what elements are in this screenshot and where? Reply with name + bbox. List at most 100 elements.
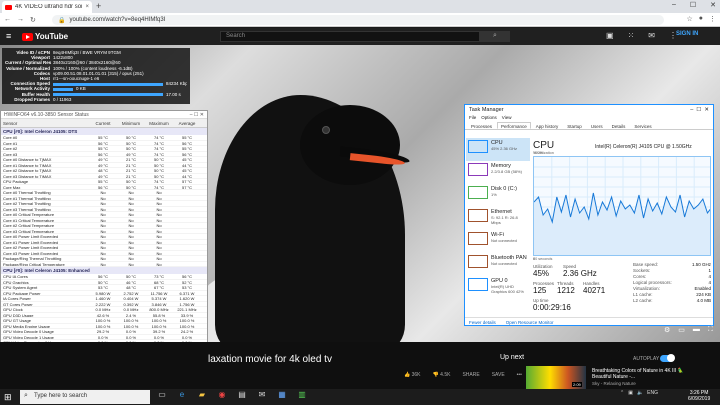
hwinfo-cell: Core #1 Power Limit Exceeded: [3, 239, 59, 244]
maximize-button[interactable]: ☐: [690, 1, 696, 9]
new-tab-button[interactable]: +: [96, 1, 101, 11]
tray-chevron-icon[interactable]: ⌃: [620, 390, 624, 396]
hwinfo-section-header[interactable]: CPU [#0]: Intel Celeron J4105: DTS: [1, 128, 207, 135]
tm-window-controls[interactable]: – ☐ ✕: [690, 107, 709, 113]
tm-menu-item[interactable]: Options: [481, 115, 497, 122]
tm-tab[interactable]: Performance: [497, 122, 531, 129]
dislike-button[interactable]: 👎 4.5K: [433, 372, 451, 378]
tab-close-icon[interactable]: ×: [85, 4, 89, 10]
taskbar-clock[interactable]: 3:26 PM 6/09/2019: [688, 390, 710, 402]
theater-icon[interactable]: ▬: [693, 326, 700, 334]
menu-dots-icon[interactable]: ⋮: [709, 15, 716, 23]
tm-resource-item[interactable]: Memory 2.2/3.8 GB (58%): [466, 161, 530, 184]
reload-icon[interactable]: ↻: [30, 16, 36, 24]
col-maximum[interactable]: Maximum: [145, 121, 173, 126]
fullscreen-icon[interactable]: ⛶: [708, 326, 713, 334]
language-indicator[interactable]: ENG: [647, 390, 658, 396]
mail-icon[interactable]: ✉: [255, 390, 269, 399]
tm-resource-thumbnail: [468, 278, 488, 291]
browser-tab[interactable]: 4K VIDEO ultrahd hdr sony 4K ×: [2, 1, 92, 13]
search-button[interactable]: ⌕: [480, 31, 510, 42]
youtube-logo[interactable]: YouTube: [22, 32, 68, 41]
share-button[interactable]: SHARE: [462, 372, 479, 378]
hwinfo-cell: [173, 229, 201, 234]
cpu-name: Intel(R) Celeron(R) J4105 CPU @ 1.50GHz: [595, 144, 692, 150]
back-icon[interactable]: ←: [4, 16, 11, 23]
col-average[interactable]: Average: [173, 121, 201, 126]
autoplay-toggle[interactable]: [660, 354, 675, 362]
chat-icon[interactable]: ✉: [648, 31, 655, 40]
hamburger-menu-icon[interactable]: ≡: [6, 31, 11, 41]
hwinfo-cell: 45 °C: [181, 157, 193, 162]
task-manager-window[interactable]: Task Manager – ☐ ✕ File Options View Proce…: [464, 104, 714, 326]
tm-tab[interactable]: Details: [608, 122, 630, 129]
search-input[interactable]: Search: [220, 31, 480, 42]
task-view-icon[interactable]: ▭: [155, 390, 169, 399]
tm-tab[interactable]: Services: [630, 122, 655, 129]
tm-resource-item[interactable]: GPU 0 Intel(R) UHD Graphics 600 42%: [466, 276, 530, 299]
hwinfo-cell: Core #3 Critical Temperature: [3, 228, 55, 233]
taskbar-apps: ▭ e ▰ ◉ ▤ ✉ ▦ ▥: [155, 390, 309, 399]
like-button[interactable]: 👍 36K: [404, 372, 421, 378]
fewer-details-link[interactable]: Fewer details: [469, 320, 496, 325]
task-manager-taskbar-icon[interactable]: ▥: [295, 390, 309, 399]
windows-start-icon[interactable]: ⊞: [4, 392, 12, 403]
tm-resource-item[interactable]: Disk 0 (C:) 1%: [466, 184, 530, 207]
cpu-spec-value: 4.0 MB: [696, 298, 711, 303]
sign-in-button[interactable]: SIGN IN: [676, 31, 698, 37]
open-resource-monitor-link[interactable]: Open Resource Monitor: [506, 320, 554, 325]
hwinfo-cell: 2.4 %: [125, 312, 137, 317]
forward-icon[interactable]: →: [17, 16, 24, 23]
hwinfo-cell: 74 °C: [153, 184, 165, 189]
col-sensor[interactable]: Sensor: [1, 121, 89, 126]
youtube-logo-text: YouTube: [35, 32, 69, 41]
tm-resource-item[interactable]: Bluetooth PAN Not connected: [466, 253, 530, 276]
address-bar[interactable]: 🔒 youtube.com/watch?v=8eq4HIMfq3I: [52, 15, 664, 25]
hwinfo-cell: No: [100, 245, 106, 250]
star-icon[interactable]: ☆: [686, 15, 692, 23]
store-icon[interactable]: ▤: [235, 390, 249, 399]
recommended-channel[interactable]: Sky - Relaxing Nature: [592, 381, 636, 386]
apps-grid-icon[interactable]: ⁙: [628, 31, 635, 40]
tm-menu-item[interactable]: File: [469, 115, 476, 122]
close-window-button[interactable]: ✕: [710, 1, 716, 9]
camera-icon[interactable]: ▣: [606, 31, 614, 40]
tm-resource-item[interactable]: Ethernet S: 92.1 R: 26.8 Mbps: [466, 207, 530, 230]
hwinfo-cell: 44 °C: [181, 162, 193, 167]
tm-tab[interactable]: App history: [532, 122, 563, 129]
network-icon[interactable]: ▣: [628, 390, 633, 396]
profile-icon[interactable]: ●: [699, 15, 703, 23]
hwinfo-taskbar-icon[interactable]: ▦: [275, 390, 289, 399]
minimize-button[interactable]: –: [672, 1, 676, 9]
hwinfo-cell: 49 °C: [97, 173, 109, 178]
tm-resource-item[interactable]: Wi-Fi Not connected: [466, 230, 530, 253]
tm-tab[interactable]: Processes: [467, 122, 496, 129]
util-stat-value: 45%: [533, 269, 550, 278]
hwinfo-cell: 1.756 W: [179, 301, 195, 306]
tm-tabs: Processes Performance App history Startup Us…: [465, 122, 713, 130]
hwinfo-cell: 55 °C: [97, 146, 109, 151]
tm-resource-text: Bluetooth PAN Not connected: [491, 255, 527, 266]
recommended-title[interactable]: Breathtaking Colors of Nature in 4K III …: [592, 368, 702, 380]
settings-gear-icon[interactable]: ⚙: [664, 326, 670, 334]
hwinfo-cell: 1.620 W: [179, 296, 195, 301]
dislike-count: 4.5K: [440, 372, 451, 378]
hwinfo-cell: No: [100, 250, 106, 255]
tm-menu-item[interactable]: View: [502, 115, 512, 122]
miniplayer-icon[interactable]: ▭: [678, 326, 685, 334]
hwinfo-section-header[interactable]: CPU [#0]: Intel Celeron J4105: Enhanced: [1, 267, 207, 274]
more-actions-button[interactable]: •••: [517, 372, 522, 378]
tm-resource-item[interactable]: CPU 45% 2.36 GHz: [466, 138, 530, 161]
volume-icon[interactable]: 🔈: [637, 390, 643, 396]
hwinfo-window-controls[interactable]: – ☐ ✕: [190, 112, 204, 118]
taskbar-search-input[interactable]: Type here to search: [20, 390, 150, 404]
tm-tab[interactable]: Startup: [563, 122, 586, 129]
hwinfo-cell: Core #3 Distance to TjMAX: [3, 173, 52, 178]
edge-icon[interactable]: e: [175, 390, 189, 399]
save-button[interactable]: SAVE: [492, 372, 505, 378]
tm-tab[interactable]: Users: [587, 122, 607, 129]
chrome-icon[interactable]: ◉: [215, 390, 229, 399]
col-current[interactable]: Current: [89, 121, 117, 126]
col-minimum[interactable]: Minimum: [117, 121, 145, 126]
file-explorer-icon[interactable]: ▰: [195, 390, 209, 399]
